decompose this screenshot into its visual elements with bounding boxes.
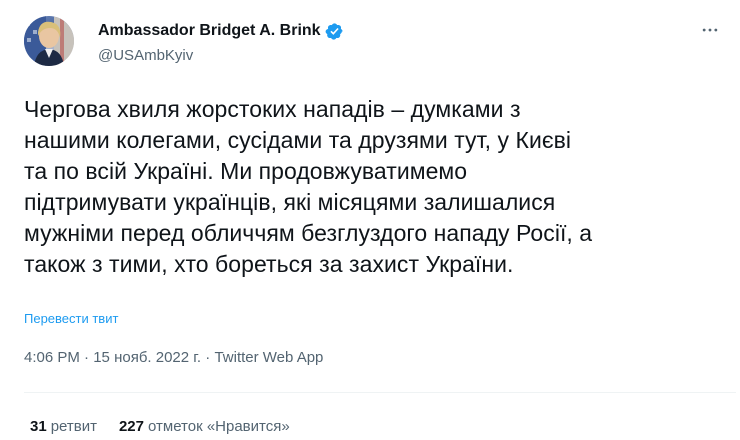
retweets-label: ретвит <box>50 418 97 435</box>
retweets-stat[interactable]: 31 ретвит <box>30 418 97 435</box>
avatar[interactable] <box>24 16 74 66</box>
retweets-count: 31 <box>30 418 47 435</box>
tweet-stats: 31 ретвит 227 отметок «Нравится» <box>30 418 312 435</box>
tweet-time[interactable]: 4:06 PM <box>24 349 80 366</box>
meta-separator: · <box>84 349 94 366</box>
verified-badge-icon <box>325 22 344 41</box>
tweet-card: Ambassador Bridget A. Brink @USAmbKyiv Ч… <box>0 0 740 440</box>
likes-label: отметок «Нравится» <box>148 418 290 435</box>
tweet-metadata: 4:06 PM · 15 нояб. 2022 г. · Twitter Web… <box>24 349 323 366</box>
author-display-name[interactable]: Ambassador Bridget A. Brink <box>98 22 321 40</box>
tweet-date[interactable]: 15 нояб. 2022 г. <box>93 349 201 366</box>
likes-count: 227 <box>118 418 144 435</box>
avatar-image <box>24 16 74 66</box>
more-horizontal-icon <box>702 28 718 32</box>
likes-stat[interactable]: 227 отметок «Нравится» <box>119 418 290 435</box>
translate-tweet-link[interactable]: Перевести твит <box>24 311 118 326</box>
tweet-author: Ambassador Bridget A. Brink @USAmbKyiv <box>98 20 344 64</box>
author-handle[interactable]: @USAmbKyiv <box>98 47 344 64</box>
more-options-button[interactable] <box>700 20 736 40</box>
tweet-text: Чергова хвиля жорстоких нападів – думкам… <box>24 96 593 277</box>
tweet-source[interactable]: Twitter Web App <box>214 349 323 366</box>
divider <box>24 392 736 393</box>
